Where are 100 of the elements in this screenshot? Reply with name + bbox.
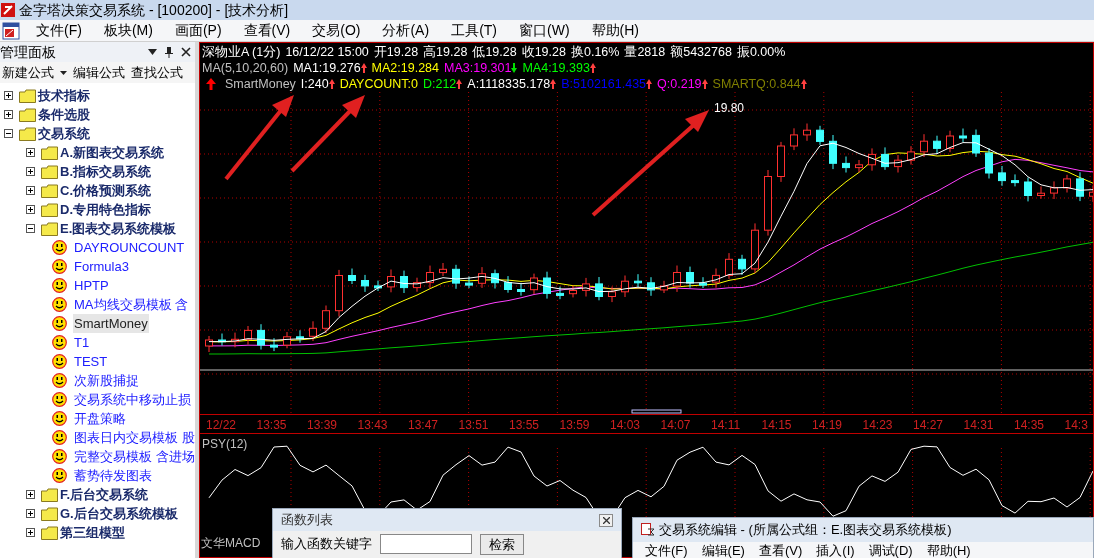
menu-item[interactable]: 帮助(H) <box>926 542 971 558</box>
menu-item[interactable]: 插入(I) <box>816 542 855 558</box>
menu-item[interactable]: 工具(T) <box>443 20 505 41</box>
tree-item[interactable]: D.专用特色指标 <box>60 199 151 220</box>
close-button[interactable] <box>599 513 613 527</box>
tree-item[interactable]: 开盘策略 <box>73 408 127 429</box>
toolbar-button[interactable]: 查找公式 <box>131 62 183 83</box>
candlestick <box>699 276 707 289</box>
candlestick <box>491 269 499 289</box>
collapse-icon[interactable] <box>4 129 13 138</box>
tree-item[interactable]: G.后台交易系统模板 <box>60 503 178 524</box>
expand-icon[interactable] <box>26 186 35 195</box>
search-field[interactable] <box>380 534 472 554</box>
scroll-indicator[interactable] <box>631 409 682 414</box>
tree-item[interactable]: 蓄势待发图表 <box>73 465 153 486</box>
tree-item[interactable]: 完整交易模板 含进场 <box>73 446 195 467</box>
candlestick <box>738 254 746 276</box>
indicator-label: MA(5,10,20,60) <box>202 60 289 76</box>
menu-item[interactable]: 画面(P) <box>166 20 230 41</box>
candlestick <box>608 286 616 303</box>
candlestick <box>400 270 408 294</box>
expand-icon[interactable] <box>26 205 35 214</box>
candlestick <box>465 275 473 289</box>
toolbar-button[interactable]: 编辑公式 <box>73 62 125 83</box>
indicator-value: A:1118335.178 <box>467 76 551 92</box>
dropdown-icon[interactable] <box>148 49 157 55</box>
tree-item[interactable]: HPTP <box>73 275 110 296</box>
document-icon[interactable] <box>2 21 20 40</box>
tree-item[interactable]: T1 <box>73 332 91 353</box>
menu-item[interactable]: 调试(D) <box>868 542 913 558</box>
tree-item[interactable]: F.后台交易系统 <box>60 484 149 505</box>
candlestick <box>725 252 733 280</box>
folder-icon <box>41 183 58 198</box>
tree-item[interactable]: 次新股捕捉 <box>73 370 140 391</box>
quote-text: 额5432768 <box>670 44 732 60</box>
tree-item[interactable]: SmartMoney <box>73 313 149 334</box>
candlestick <box>777 141 785 183</box>
candlestick <box>972 129 980 158</box>
tree-item[interactable]: 技术指标 <box>38 85 90 106</box>
expand-icon[interactable] <box>4 91 13 100</box>
candlestick <box>296 329 304 344</box>
menu-item[interactable]: 文件(F) <box>28 20 90 41</box>
indicator-title: 文华MACD <box>201 536 261 550</box>
candlestick <box>582 277 590 297</box>
indicator-value: SMARTQ:0.844 <box>712 76 801 92</box>
folder-icon <box>41 487 58 502</box>
candlestick <box>829 134 837 170</box>
tree-item[interactable]: C.价格预测系统 <box>60 180 151 201</box>
tree-item[interactable]: MA均线交易模板 含 <box>73 294 190 315</box>
tree-item[interactable]: DAYROUNCOUNT <box>73 237 186 258</box>
folder-icon <box>41 145 58 160</box>
candlestick <box>556 286 564 300</box>
smiley-icon <box>52 373 67 388</box>
tree-item[interactable]: 条件选股 <box>38 104 90 125</box>
collapse-icon[interactable] <box>26 224 35 233</box>
time-label: 13:43 <box>357 417 388 434</box>
toolbar-button[interactable]: 新建公式 <box>2 62 54 83</box>
smiley-icon <box>52 278 67 293</box>
tree-item[interactable]: B.指标交易系统 <box>60 161 151 182</box>
expand-icon[interactable] <box>26 528 35 537</box>
quote-text: 低19.28 <box>472 44 517 60</box>
menu-item[interactable]: 板块(M) <box>95 20 161 41</box>
tree-item[interactable]: 交易系统 <box>38 123 90 144</box>
tree-item[interactable]: A.新图表交易系统 <box>60 142 164 163</box>
candlestick <box>634 273 642 288</box>
menu-item[interactable]: 编辑(E) <box>701 542 745 558</box>
expand-icon[interactable] <box>26 148 35 157</box>
candlestick <box>374 280 382 292</box>
close-icon[interactable] <box>181 47 191 57</box>
menu-item[interactable]: 查看(V) <box>758 542 803 558</box>
expand-icon[interactable] <box>26 167 35 176</box>
candlestick <box>1076 171 1084 202</box>
quote-text: 开19.28 <box>373 44 419 60</box>
tree-item[interactable]: 交易系统中移动止损 <box>73 389 192 410</box>
pin-icon[interactable] <box>165 46 173 58</box>
candlestick <box>387 269 395 293</box>
candlestick <box>881 146 889 171</box>
candlestick <box>790 127 798 151</box>
tree-item[interactable]: 图表日内交易模板 股 <box>73 427 195 448</box>
dropdown-icon[interactable] <box>60 70 67 75</box>
candlestick <box>517 282 525 297</box>
indicator-value: MA3:19.301 <box>444 60 512 76</box>
menu-item[interactable]: 交易(O) <box>304 20 369 41</box>
expand-icon[interactable] <box>26 509 35 518</box>
menu-item[interactable]: 分析(A) <box>374 20 438 41</box>
tree-item[interactable]: Formula3 <box>73 256 130 277</box>
search-button[interactable]: 检索 <box>480 534 524 555</box>
menu-item[interactable]: 查看(V) <box>235 20 299 41</box>
candlestick <box>842 156 850 173</box>
tree-item[interactable]: TEST <box>73 351 109 372</box>
menu-item[interactable]: 文件(F) <box>645 542 688 558</box>
candlestick <box>933 135 941 155</box>
menu-item[interactable]: 帮助(H) <box>583 20 647 41</box>
menu-item[interactable]: 窗口(W) <box>511 20 578 41</box>
expand-icon[interactable] <box>26 490 35 499</box>
expand-icon[interactable] <box>4 110 13 119</box>
tree-item[interactable]: 第三组模型 <box>60 522 125 543</box>
candlestick <box>335 269 343 317</box>
tree-item[interactable]: E.图表交易系统模板 <box>60 218 177 239</box>
candlestick <box>920 133 928 158</box>
